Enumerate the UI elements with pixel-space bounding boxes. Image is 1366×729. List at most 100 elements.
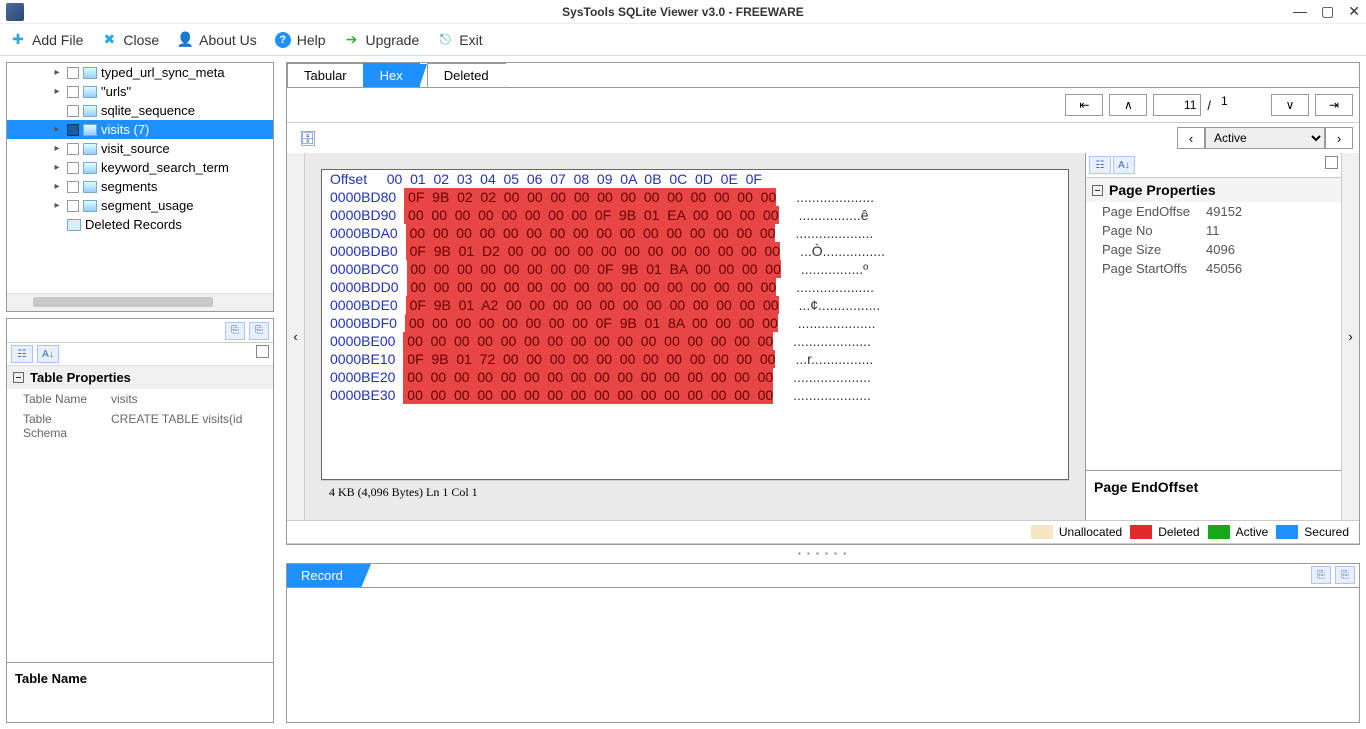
page-total-label: 1	[1217, 94, 1265, 116]
db-icon: 🗄	[293, 130, 317, 147]
exit-button[interactable]: ⎋Exit	[437, 32, 482, 48]
table-property-row[interactable]: Table Namevisits	[7, 389, 273, 409]
tree-item[interactable]: Deleted Records	[7, 215, 273, 234]
expand-toggle-icon-2[interactable]	[1325, 156, 1338, 169]
hex-row[interactable]: 0000BE30 00 00 00 00 00 00 00 00 00 00 0…	[322, 386, 1068, 404]
property-value: CREATE TABLE visits(id	[107, 409, 273, 443]
hex-row[interactable]: 0000BDE0 0F 9B 01 A2 00 00 00 00 00 00 0…	[322, 296, 1068, 314]
checkbox[interactable]	[67, 143, 79, 155]
tab-hex[interactable]: Hex	[363, 63, 420, 87]
page-property-row[interactable]: Page Size4096	[1086, 240, 1341, 259]
help-button[interactable]: ?Help	[275, 32, 326, 48]
checkbox[interactable]	[67, 105, 79, 117]
table-properties-description: Table Name	[7, 662, 273, 722]
table-property-row[interactable]: Table SchemaCREATE TABLE visits(id	[7, 409, 273, 443]
hex-offset: 0000BE30	[322, 386, 403, 404]
page-property-row[interactable]: Page StartOffs45056	[1086, 259, 1341, 278]
close-window-button[interactable]: ✕	[1348, 3, 1360, 20]
hex-row[interactable]: 0000BD80 0F 9B 02 02 00 00 00 00 00 00 0…	[322, 188, 1068, 206]
tree-item[interactable]: ▸segment_usage	[7, 196, 273, 215]
first-page-button[interactable]: ⇤	[1065, 94, 1103, 116]
about-us-button[interactable]: 👤About Us	[177, 32, 257, 48]
close-button[interactable]: ✖Close	[101, 32, 159, 48]
hex-row[interactable]: 0000BDA0 00 00 00 00 00 00 00 00 00 00 0…	[322, 224, 1068, 242]
tab-record[interactable]: Record	[287, 564, 361, 587]
horizontal-splitter[interactable]: ▪ ▪ ▪ ▪ ▪ ▪	[286, 549, 1360, 559]
hex-row[interactable]: 0000BD90 00 00 00 00 00 00 00 00 0F 9B 0…	[322, 206, 1068, 224]
collapse-icon[interactable]	[13, 372, 24, 383]
checkbox[interactable]	[67, 200, 79, 212]
checkbox[interactable]	[67, 162, 79, 174]
app-icon	[6, 3, 24, 21]
expand-icon[interactable]: ▸	[51, 86, 63, 97]
hex-row[interactable]: 0000BDD0 00 00 00 00 00 00 00 00 00 00 0…	[322, 278, 1068, 296]
add-file-button[interactable]: ✚Add File	[10, 32, 83, 48]
last-page-button[interactable]: ⇥	[1315, 94, 1353, 116]
expand-toggle-icon[interactable]	[256, 345, 269, 358]
record-panel: Record ⎘ ⎘	[286, 563, 1360, 723]
expand-icon[interactable]: ▸	[51, 162, 63, 173]
hex-ascii: ....................	[773, 386, 871, 404]
checkbox[interactable]	[67, 124, 79, 136]
tree-item[interactable]: ▸keyword_search_term	[7, 158, 273, 177]
expand-icon[interactable]: ▸	[51, 181, 63, 192]
tree-item-label: sqlite_sequence	[101, 103, 195, 118]
expand-icon[interactable]: ▸	[51, 200, 63, 211]
tree-item[interactable]: sqlite_sequence	[7, 101, 273, 120]
tree-item-label: visit_source	[101, 141, 170, 156]
tree-item[interactable]: ▸visits (7)	[7, 120, 273, 139]
table-icon	[83, 86, 97, 98]
hex-ascii: ....................	[778, 314, 876, 332]
hex-ascii: ...Ò................	[780, 242, 885, 260]
filter-next-button[interactable]: ›	[1325, 127, 1353, 149]
categorized-sort-button-2[interactable]: ☷	[1089, 156, 1111, 174]
record-export-icon-2[interactable]: ⎘	[1335, 566, 1355, 584]
hex-viewer[interactable]: Offset 00 01 02 03 04 05 06 07 08 09 0A …	[321, 169, 1069, 480]
collapse-icon-2[interactable]	[1092, 185, 1103, 196]
checkbox[interactable]	[67, 181, 79, 193]
export-icon-2[interactable]: ⎘	[249, 322, 269, 340]
tree-horizontal-scrollbar[interactable]	[7, 293, 273, 311]
minimize-button[interactable]: —	[1293, 3, 1307, 20]
hex-offset: 0000BE10	[322, 350, 403, 368]
property-value: 11	[1206, 223, 1341, 238]
hex-row[interactable]: 0000BDB0 0F 9B 01 D2 00 00 00 00 00 00 0…	[322, 242, 1068, 260]
tab-deleted[interactable]: Deleted	[427, 63, 506, 87]
hex-row[interactable]: 0000BE00 00 00 00 00 00 00 00 00 00 00 0…	[322, 332, 1068, 350]
expand-icon[interactable]: ▸	[51, 67, 63, 78]
prev-page-button[interactable]: ∧	[1109, 94, 1147, 116]
az-sort-button-2[interactable]: A↓	[1113, 156, 1135, 174]
hex-row[interactable]: 0000BDC0 00 00 00 00 00 00 00 00 0F 9B 0…	[322, 260, 1068, 278]
tree-item[interactable]: ▸ visit_source	[7, 139, 273, 158]
hex-bytes: 00 00 00 00 00 00 00 00 0F 9B 01 8A 00 0…	[405, 314, 778, 332]
hex-row[interactable]: 0000BE20 00 00 00 00 00 00 00 00 00 00 0…	[322, 368, 1068, 386]
export-icon[interactable]: ⎘	[225, 322, 245, 340]
tree-item[interactable]: ▸segments	[7, 177, 273, 196]
az-sort-button[interactable]: A↓	[37, 345, 59, 363]
maximize-button[interactable]: ▢	[1321, 3, 1334, 20]
person-icon: 👤	[177, 32, 193, 48]
tree-item[interactable]: ▸typed_url_sync_meta	[7, 63, 273, 82]
page-property-row[interactable]: Page EndOffse49152	[1086, 202, 1341, 221]
record-export-icon[interactable]: ⎘	[1311, 566, 1331, 584]
checkbox[interactable]	[67, 67, 79, 79]
page-number-input[interactable]	[1153, 94, 1201, 116]
upgrade-button[interactable]: ➔Upgrade	[344, 32, 420, 48]
checkbox[interactable]	[67, 86, 79, 98]
table-properties-header: Table Properties	[7, 366, 273, 389]
hex-bytes: 00 00 00 00 00 00 00 00 0F 9B 01 BA 00 0…	[407, 260, 781, 278]
expand-right-button[interactable]: ›	[1341, 153, 1359, 520]
expand-left-button[interactable]: ‹	[287, 153, 305, 520]
exit-icon: ⎋	[437, 32, 453, 48]
hex-row[interactable]: 0000BE10 0F 9B 01 72 00 00 00 00 00 00 0…	[322, 350, 1068, 368]
tab-tabular[interactable]: Tabular	[287, 63, 364, 87]
tree-item[interactable]: ▸"urls"	[7, 82, 273, 101]
expand-icon[interactable]: ▸	[51, 124, 63, 135]
hex-row[interactable]: 0000BDF0 00 00 00 00 00 00 00 00 0F 9B 0…	[322, 314, 1068, 332]
filter-prev-button[interactable]: ‹	[1177, 127, 1205, 149]
next-page-button[interactable]: ∨	[1271, 94, 1309, 116]
categorized-sort-button[interactable]: ☷	[11, 345, 33, 363]
expand-icon[interactable]: ▸	[51, 143, 63, 154]
page-property-row[interactable]: Page No11	[1086, 221, 1341, 240]
status-filter-select[interactable]: Active	[1205, 127, 1325, 149]
